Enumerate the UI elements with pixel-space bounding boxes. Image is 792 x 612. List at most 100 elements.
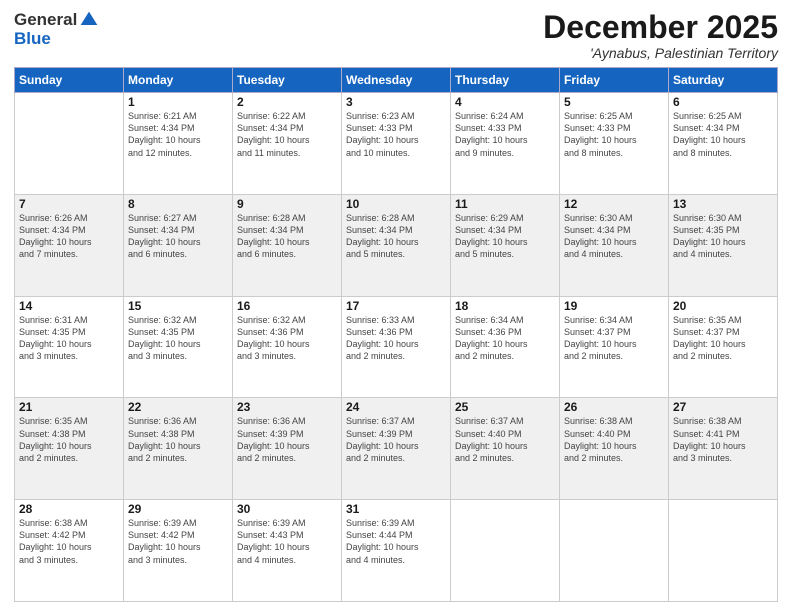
day-info: Sunrise: 6:28 AM Sunset: 4:34 PM Dayligh… xyxy=(237,212,337,261)
page: General Blue December 2025 'Aynabus, Pal… xyxy=(0,0,792,612)
day-info: Sunrise: 6:38 AM Sunset: 4:42 PM Dayligh… xyxy=(19,517,119,566)
day-info: Sunrise: 6:39 AM Sunset: 4:43 PM Dayligh… xyxy=(237,517,337,566)
table-row: 31Sunrise: 6:39 AM Sunset: 4:44 PM Dayli… xyxy=(342,500,451,602)
location-title: 'Aynabus, Palestinian Territory xyxy=(543,45,778,61)
day-number: 7 xyxy=(19,197,119,211)
col-header-monday: Monday xyxy=(124,68,233,93)
day-number: 1 xyxy=(128,95,228,109)
table-row xyxy=(560,500,669,602)
day-info: Sunrise: 6:39 AM Sunset: 4:44 PM Dayligh… xyxy=(346,517,446,566)
day-info: Sunrise: 6:36 AM Sunset: 4:38 PM Dayligh… xyxy=(128,415,228,464)
day-number: 3 xyxy=(346,95,446,109)
day-info: Sunrise: 6:30 AM Sunset: 4:35 PM Dayligh… xyxy=(673,212,773,261)
table-row: 8Sunrise: 6:27 AM Sunset: 4:34 PM Daylig… xyxy=(124,194,233,296)
day-info: Sunrise: 6:21 AM Sunset: 4:34 PM Dayligh… xyxy=(128,110,228,159)
table-row: 22Sunrise: 6:36 AM Sunset: 4:38 PM Dayli… xyxy=(124,398,233,500)
month-title: December 2025 xyxy=(543,10,778,45)
day-number: 21 xyxy=(19,400,119,414)
day-info: Sunrise: 6:38 AM Sunset: 4:41 PM Dayligh… xyxy=(673,415,773,464)
day-info: Sunrise: 6:29 AM Sunset: 4:34 PM Dayligh… xyxy=(455,212,555,261)
table-row: 29Sunrise: 6:39 AM Sunset: 4:42 PM Dayli… xyxy=(124,500,233,602)
day-info: Sunrise: 6:32 AM Sunset: 4:36 PM Dayligh… xyxy=(237,314,337,363)
day-number: 29 xyxy=(128,502,228,516)
calendar-week-row: 21Sunrise: 6:35 AM Sunset: 4:38 PM Dayli… xyxy=(15,398,778,500)
table-row xyxy=(669,500,778,602)
table-row xyxy=(451,500,560,602)
day-number: 17 xyxy=(346,299,446,313)
col-header-sunday: Sunday xyxy=(15,68,124,93)
table-row: 19Sunrise: 6:34 AM Sunset: 4:37 PM Dayli… xyxy=(560,296,669,398)
day-info: Sunrise: 6:27 AM Sunset: 4:34 PM Dayligh… xyxy=(128,212,228,261)
day-number: 6 xyxy=(673,95,773,109)
calendar-week-row: 1Sunrise: 6:21 AM Sunset: 4:34 PM Daylig… xyxy=(15,93,778,195)
day-info: Sunrise: 6:28 AM Sunset: 4:34 PM Dayligh… xyxy=(346,212,446,261)
logo: General Blue xyxy=(14,10,99,49)
day-info: Sunrise: 6:35 AM Sunset: 4:38 PM Dayligh… xyxy=(19,415,119,464)
day-info: Sunrise: 6:32 AM Sunset: 4:35 PM Dayligh… xyxy=(128,314,228,363)
calendar-week-row: 7Sunrise: 6:26 AM Sunset: 4:34 PM Daylig… xyxy=(15,194,778,296)
table-row: 26Sunrise: 6:38 AM Sunset: 4:40 PM Dayli… xyxy=(560,398,669,500)
day-info: Sunrise: 6:38 AM Sunset: 4:40 PM Dayligh… xyxy=(564,415,664,464)
day-number: 19 xyxy=(564,299,664,313)
day-number: 11 xyxy=(455,197,555,211)
day-number: 27 xyxy=(673,400,773,414)
day-number: 13 xyxy=(673,197,773,211)
day-number: 15 xyxy=(128,299,228,313)
day-number: 14 xyxy=(19,299,119,313)
table-row: 3Sunrise: 6:23 AM Sunset: 4:33 PM Daylig… xyxy=(342,93,451,195)
day-number: 18 xyxy=(455,299,555,313)
table-row: 9Sunrise: 6:28 AM Sunset: 4:34 PM Daylig… xyxy=(233,194,342,296)
day-info: Sunrise: 6:25 AM Sunset: 4:33 PM Dayligh… xyxy=(564,110,664,159)
calendar-week-row: 14Sunrise: 6:31 AM Sunset: 4:35 PM Dayli… xyxy=(15,296,778,398)
table-row: 12Sunrise: 6:30 AM Sunset: 4:34 PM Dayli… xyxy=(560,194,669,296)
day-number: 23 xyxy=(237,400,337,414)
table-row: 18Sunrise: 6:34 AM Sunset: 4:36 PM Dayli… xyxy=(451,296,560,398)
day-info: Sunrise: 6:34 AM Sunset: 4:36 PM Dayligh… xyxy=(455,314,555,363)
calendar-table: Sunday Monday Tuesday Wednesday Thursday… xyxy=(14,67,778,602)
day-number: 16 xyxy=(237,299,337,313)
day-info: Sunrise: 6:31 AM Sunset: 4:35 PM Dayligh… xyxy=(19,314,119,363)
day-number: 5 xyxy=(564,95,664,109)
day-number: 10 xyxy=(346,197,446,211)
table-row: 5Sunrise: 6:25 AM Sunset: 4:33 PM Daylig… xyxy=(560,93,669,195)
table-row: 20Sunrise: 6:35 AM Sunset: 4:37 PM Dayli… xyxy=(669,296,778,398)
title-section: December 2025 'Aynabus, Palestinian Terr… xyxy=(543,10,778,61)
table-row: 15Sunrise: 6:32 AM Sunset: 4:35 PM Dayli… xyxy=(124,296,233,398)
day-info: Sunrise: 6:37 AM Sunset: 4:40 PM Dayligh… xyxy=(455,415,555,464)
col-header-wednesday: Wednesday xyxy=(342,68,451,93)
table-row: 1Sunrise: 6:21 AM Sunset: 4:34 PM Daylig… xyxy=(124,93,233,195)
day-info: Sunrise: 6:35 AM Sunset: 4:37 PM Dayligh… xyxy=(673,314,773,363)
header: General Blue December 2025 'Aynabus, Pal… xyxy=(14,10,778,61)
table-row: 11Sunrise: 6:29 AM Sunset: 4:34 PM Dayli… xyxy=(451,194,560,296)
table-row: 13Sunrise: 6:30 AM Sunset: 4:35 PM Dayli… xyxy=(669,194,778,296)
day-number: 4 xyxy=(455,95,555,109)
table-row: 25Sunrise: 6:37 AM Sunset: 4:40 PM Dayli… xyxy=(451,398,560,500)
col-header-thursday: Thursday xyxy=(451,68,560,93)
col-header-tuesday: Tuesday xyxy=(233,68,342,93)
table-row xyxy=(15,93,124,195)
day-number: 31 xyxy=(346,502,446,516)
day-info: Sunrise: 6:30 AM Sunset: 4:34 PM Dayligh… xyxy=(564,212,664,261)
col-header-friday: Friday xyxy=(560,68,669,93)
table-row: 14Sunrise: 6:31 AM Sunset: 4:35 PM Dayli… xyxy=(15,296,124,398)
table-row: 17Sunrise: 6:33 AM Sunset: 4:36 PM Dayli… xyxy=(342,296,451,398)
day-info: Sunrise: 6:36 AM Sunset: 4:39 PM Dayligh… xyxy=(237,415,337,464)
day-number: 8 xyxy=(128,197,228,211)
day-number: 2 xyxy=(237,95,337,109)
day-info: Sunrise: 6:26 AM Sunset: 4:34 PM Dayligh… xyxy=(19,212,119,261)
table-row: 6Sunrise: 6:25 AM Sunset: 4:34 PM Daylig… xyxy=(669,93,778,195)
col-header-saturday: Saturday xyxy=(669,68,778,93)
table-row: 27Sunrise: 6:38 AM Sunset: 4:41 PM Dayli… xyxy=(669,398,778,500)
day-number: 20 xyxy=(673,299,773,313)
table-row: 23Sunrise: 6:36 AM Sunset: 4:39 PM Dayli… xyxy=(233,398,342,500)
table-row: 24Sunrise: 6:37 AM Sunset: 4:39 PM Dayli… xyxy=(342,398,451,500)
table-row: 2Sunrise: 6:22 AM Sunset: 4:34 PM Daylig… xyxy=(233,93,342,195)
table-row: 4Sunrise: 6:24 AM Sunset: 4:33 PM Daylig… xyxy=(451,93,560,195)
table-row: 7Sunrise: 6:26 AM Sunset: 4:34 PM Daylig… xyxy=(15,194,124,296)
day-info: Sunrise: 6:33 AM Sunset: 4:36 PM Dayligh… xyxy=(346,314,446,363)
day-number: 28 xyxy=(19,502,119,516)
day-number: 22 xyxy=(128,400,228,414)
table-row: 16Sunrise: 6:32 AM Sunset: 4:36 PM Dayli… xyxy=(233,296,342,398)
day-info: Sunrise: 6:25 AM Sunset: 4:34 PM Dayligh… xyxy=(673,110,773,159)
logo-blue-text: Blue xyxy=(14,30,51,49)
